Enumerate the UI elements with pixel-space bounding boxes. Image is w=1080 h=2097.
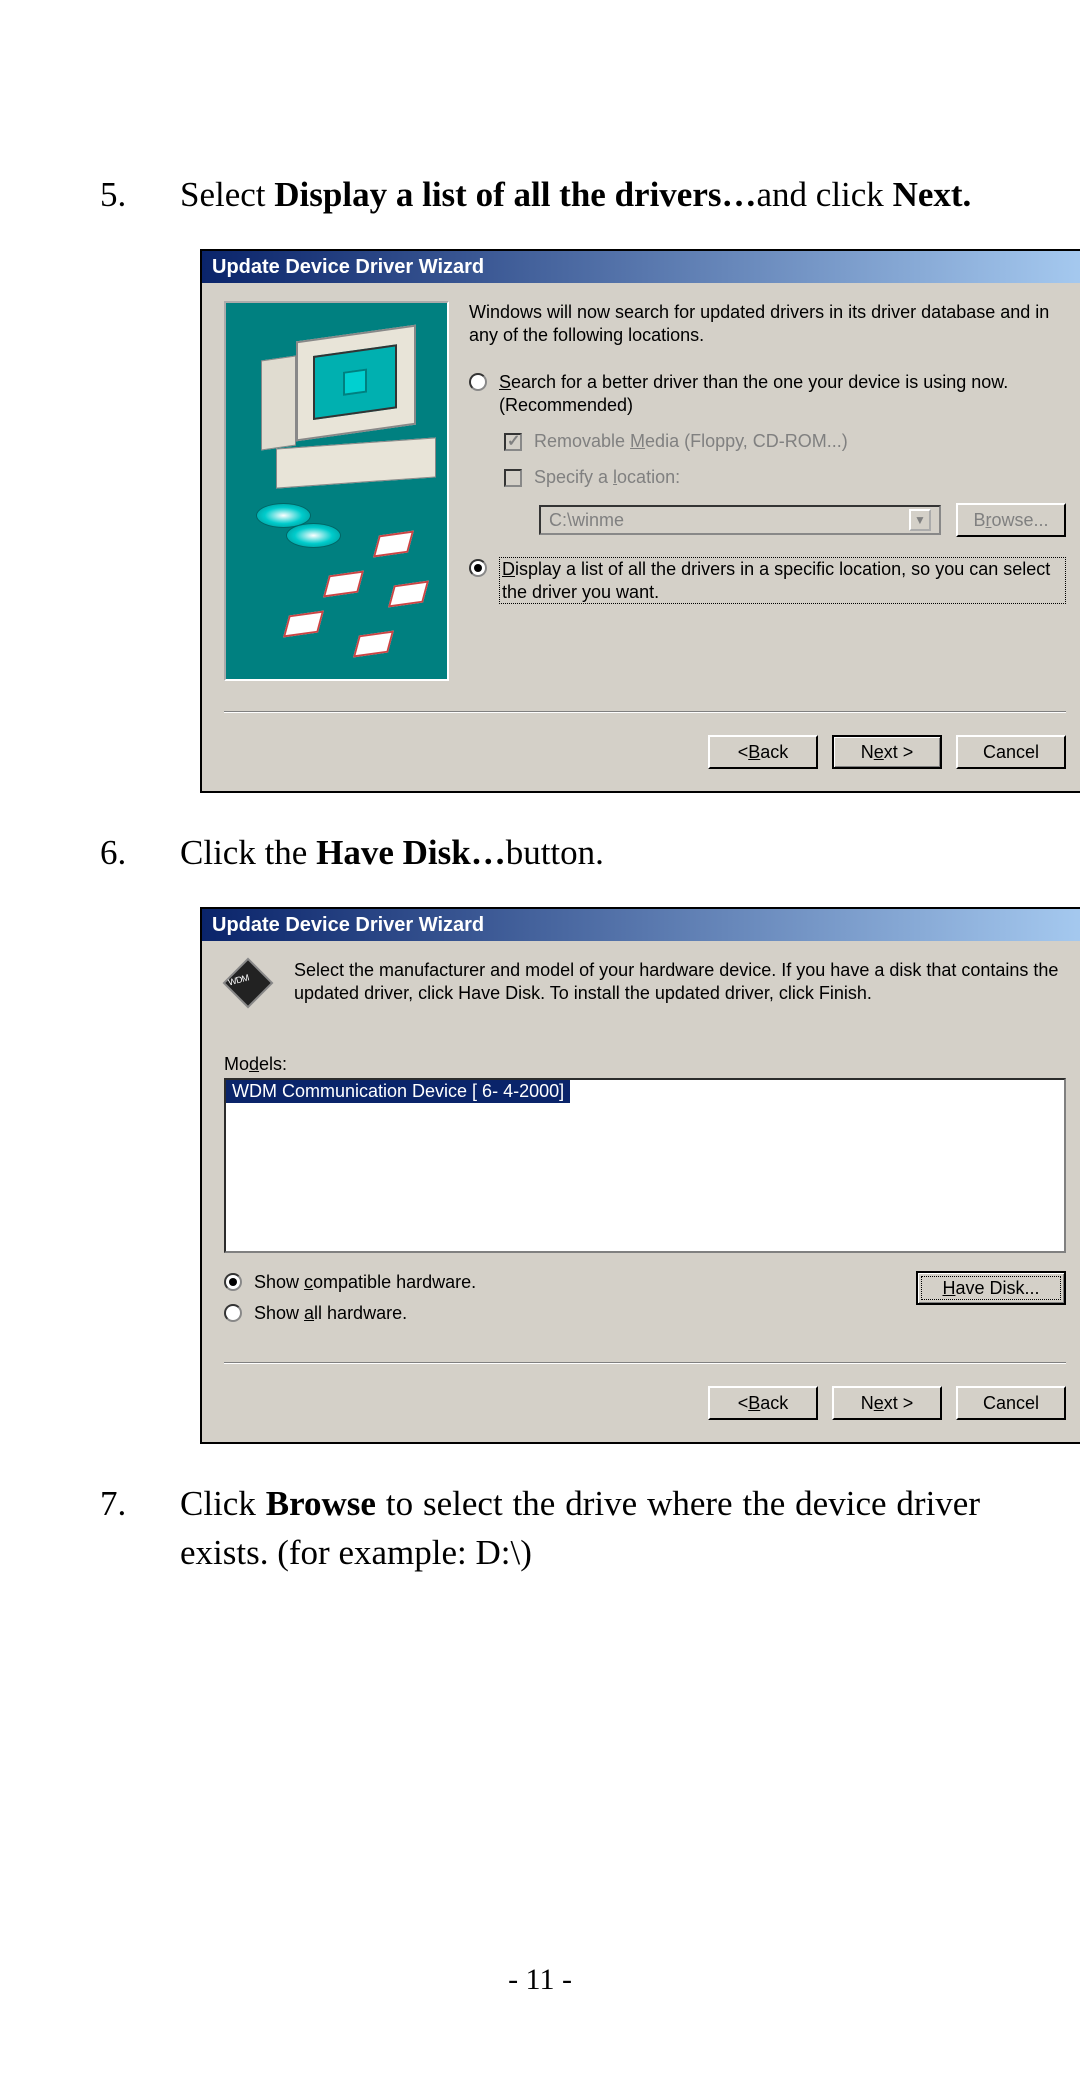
browse-button[interactable]: Browse... xyxy=(956,503,1066,537)
cancel-button[interactable]: Cancel xyxy=(956,1386,1066,1420)
cancel-button[interactable]: Cancel xyxy=(956,735,1066,769)
check-removable-label: Removable Media (Floppy, CD-ROM...) xyxy=(534,431,848,452)
wizard-graphic xyxy=(224,301,449,681)
back-button[interactable]: < Back xyxy=(708,735,818,769)
check-removable-media[interactable]: Removable Media (Floppy, CD-ROM...) xyxy=(504,431,1066,452)
radio-display-list[interactable]: Display a list of all the drivers in a s… xyxy=(469,557,1066,604)
show-all-label: Show all hardware. xyxy=(254,1302,407,1325)
radio-display-label: Display a list of all the drivers in a s… xyxy=(499,557,1066,604)
step-7-text: Click Browse to select the drive where t… xyxy=(180,1479,980,1577)
radio-show-compatible[interactable]: Show compatible hardware. xyxy=(224,1271,476,1294)
dialog1-intro: Windows will now search for updated driv… xyxy=(469,301,1066,346)
chip-icon xyxy=(224,959,274,1009)
check-specify-location[interactable]: Specify a location: xyxy=(504,467,1066,488)
radio-show-all[interactable]: Show all hardware. xyxy=(224,1302,476,1325)
dialog2-instruction: Select the manufacturer and model of you… xyxy=(294,959,1066,1009)
step-5-number: 5. xyxy=(100,170,180,219)
dialog2-titlebar: Update Device Driver Wizard xyxy=(202,909,1080,941)
page-number: - 11 - xyxy=(0,1963,1080,1997)
step-6-number: 6. xyxy=(100,828,180,877)
radio-icon xyxy=(224,1304,242,1322)
wizard-dialog-1: Update Device Driver Wizard Windows will… xyxy=(200,249,1080,793)
checkbox-icon xyxy=(504,433,522,451)
models-listbox[interactable]: WDM Communication Device [ 6- 4-2000] xyxy=(224,1078,1066,1253)
dialog1-titlebar: Update Device Driver Wizard xyxy=(202,251,1080,283)
radio-icon xyxy=(469,373,487,391)
step-6: 6. Click the Have Disk…button. xyxy=(100,828,980,877)
show-compatible-label: Show compatible hardware. xyxy=(254,1271,476,1294)
check-location-label: Specify a location: xyxy=(534,467,680,488)
step-5-text: Select Display a list of all the drivers… xyxy=(180,170,980,219)
back-button[interactable]: < Back xyxy=(708,1386,818,1420)
models-label: Models: xyxy=(224,1054,1066,1075)
chevron-down-icon: ▼ xyxy=(909,509,931,531)
model-item-selected[interactable]: WDM Communication Device [ 6- 4-2000] xyxy=(226,1080,570,1103)
next-button[interactable]: Next > xyxy=(832,735,942,769)
step-6-text: Click the Have Disk…button. xyxy=(180,828,980,877)
location-value: C:\winme xyxy=(549,510,624,531)
checkbox-icon xyxy=(504,469,522,487)
step-5: 5. Select Display a list of all the driv… xyxy=(100,170,980,219)
radio-search-better[interactable]: Search for a better driver than the one … xyxy=(469,371,1066,416)
next-button[interactable]: Next > xyxy=(832,1386,942,1420)
radio-icon xyxy=(224,1273,242,1291)
location-combobox[interactable]: C:\winme ▼ xyxy=(539,505,941,535)
radio-icon xyxy=(469,559,487,577)
wizard-dialog-2: Update Device Driver Wizard Select the m… xyxy=(200,907,1080,1444)
radio-search-label: Search for a better driver than the one … xyxy=(499,371,1066,416)
step-7-number: 7. xyxy=(100,1479,180,1577)
step-7: 7. Click Browse to select the drive wher… xyxy=(100,1479,980,1577)
have-disk-button[interactable]: Have Disk... xyxy=(916,1271,1066,1305)
